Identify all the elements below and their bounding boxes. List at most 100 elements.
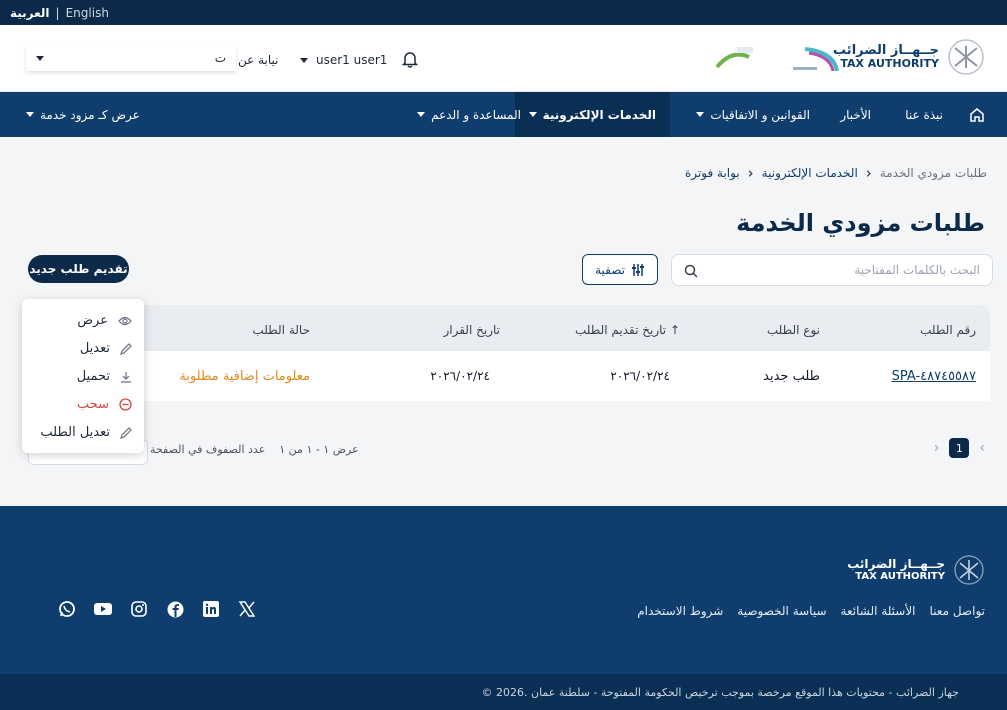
column-header-type[interactable]: نوع الطلب bbox=[767, 323, 820, 337]
instagram-icon[interactable] bbox=[128, 598, 150, 620]
footer-link-contact[interactable]: تواصل معنا bbox=[930, 604, 985, 618]
menu-item-withdraw-label: سحب bbox=[76, 397, 109, 412]
partner-logo-1-icon bbox=[793, 47, 839, 72]
menu-item-edit-request-label: تعديل الطلب bbox=[40, 425, 110, 440]
linkedin-icon[interactable] bbox=[200, 598, 222, 620]
partner-logo-2-icon bbox=[715, 47, 753, 69]
menu-item-edit[interactable]: تعديل bbox=[80, 341, 132, 356]
nav-eservices-label: الخدمات الإلكترونية bbox=[542, 107, 656, 122]
on-behalf-label: نيابة عن bbox=[238, 53, 279, 67]
chevron-down-icon bbox=[528, 112, 537, 117]
new-request-button[interactable]: تقديم طلب جديد bbox=[28, 255, 129, 283]
pencil-icon bbox=[120, 426, 132, 439]
footer-links: شروط الاستخدام سياسة الخصوصية الأسئلة ال… bbox=[637, 604, 985, 618]
breadcrumb: بوابة فوترة › الخدمات الإلكترونية › طلبا… bbox=[685, 164, 987, 182]
whatsapp-icon[interactable] bbox=[56, 598, 78, 620]
user-name: user1 user1 bbox=[316, 53, 388, 67]
copyright-bar: © 2026. جهاز الضرائب - محتويات هذا الموق… bbox=[0, 674, 1007, 710]
nav-view-as-label: عرض كـ مزود خدمة bbox=[40, 107, 140, 122]
nav-help[interactable]: المساعدة و الدعم bbox=[417, 92, 521, 137]
copyright-text: © 2026. جهاز الضرائب - محتويات هذا الموق… bbox=[481, 685, 959, 699]
rows-count-label: عرض ١ - ١ من ١ bbox=[279, 443, 359, 456]
minus-circle-icon bbox=[119, 398, 132, 411]
nav-laws[interactable]: القوانين و الاتفاقيات bbox=[696, 92, 810, 137]
menu-item-view[interactable]: عرض bbox=[77, 313, 132, 328]
chevron-left-icon[interactable]: ‹ bbox=[979, 440, 985, 456]
breadcrumb-separator: › bbox=[865, 164, 872, 182]
row-actions-menu: عرض تعديل تحميل سحب تعديل الطلب bbox=[22, 299, 144, 453]
request-number-link[interactable]: SPA-٤٨٧٤٥٥٨٧ bbox=[892, 369, 976, 384]
emblem-icon bbox=[954, 555, 984, 585]
footer-logo-english: TAX AUTHORITY bbox=[855, 571, 945, 583]
emblem-icon bbox=[948, 39, 984, 75]
download-icon bbox=[121, 371, 131, 383]
column-header-submitted[interactable]: تاريخ تقديم الطلب ↑ bbox=[575, 323, 680, 337]
bell-icon bbox=[401, 52, 419, 68]
column-header-decision[interactable]: تاريخ القرار bbox=[443, 323, 500, 337]
breadcrumb-separator: › bbox=[747, 164, 754, 182]
nav-eservices[interactable]: الخدمات الإلكترونية bbox=[514, 92, 670, 137]
nav-home[interactable] bbox=[969, 92, 985, 137]
filter-sliders-icon bbox=[631, 263, 644, 276]
user-menu-dropdown[interactable]: user1 user1 bbox=[300, 53, 387, 67]
nav-news[interactable]: الأخبار bbox=[840, 92, 871, 137]
menu-item-withdraw[interactable]: سحب bbox=[77, 397, 132, 412]
lang-arabic-link[interactable]: العربية bbox=[10, 6, 50, 20]
menu-item-view-label: عرض bbox=[77, 313, 108, 328]
menu-item-edit-request[interactable]: تعديل الطلب bbox=[40, 425, 132, 440]
pencil-icon bbox=[120, 342, 132, 355]
menu-item-download-label: تحميل bbox=[76, 369, 110, 384]
decision-date-cell: ٢٠٢٦/٠٢/٢٤ bbox=[430, 369, 490, 383]
footer-link-terms[interactable]: شروط الاستخدام bbox=[637, 604, 723, 618]
rows-per-page-label: عدد الصفوف في الصفحة bbox=[150, 443, 266, 456]
column-header-request-no[interactable]: رقم الطلب bbox=[920, 323, 976, 337]
request-type-cell: طلب جديد bbox=[763, 369, 820, 384]
chevron-down-icon bbox=[26, 112, 34, 117]
partner-logo-2 bbox=[707, 43, 757, 75]
x-twitter-icon[interactable] bbox=[236, 598, 258, 620]
nav-about[interactable]: نبذة عنا bbox=[905, 92, 943, 137]
chevron-down-icon bbox=[417, 112, 426, 117]
table-row: SPA-٤٨٧٤٥٥٨٧ طلب جديد ٢٠٢٦/٠٢/٢٤ ٢٠٢٦/٠٢… bbox=[22, 351, 990, 401]
footer-logo-arabic: جــهــاز الضرائب bbox=[847, 556, 945, 571]
menu-item-edit-label: تعديل bbox=[79, 341, 110, 356]
chevron-down-icon bbox=[300, 57, 308, 63]
facebook-icon[interactable] bbox=[164, 598, 186, 620]
menu-item-download[interactable]: تحميل bbox=[77, 369, 132, 384]
pagination: › 1 ‹ bbox=[934, 438, 985, 458]
social-links bbox=[56, 598, 258, 620]
rows-info: عدد الصفوف في الصفحة عرض ١ - ١ من ١ bbox=[150, 443, 359, 456]
page-number-button[interactable]: 1 bbox=[949, 438, 970, 458]
nav-laws-label: القوانين و الاتفاقيات bbox=[710, 107, 810, 122]
site-header: جــهــاز الضرائب TAX AUTHORITY user1 use bbox=[0, 25, 1007, 92]
chevron-right-icon[interactable]: › bbox=[934, 440, 940, 456]
breadcrumb-current: طلبات مزودي الخدمة bbox=[879, 166, 987, 180]
breadcrumb-portal[interactable]: بوابة فوترة bbox=[685, 166, 740, 180]
youtube-icon[interactable] bbox=[92, 598, 114, 620]
filter-label: تصفية bbox=[595, 262, 625, 277]
site-footer: جــهــاز الضرائب TAX AUTHORITY شروط الاس… bbox=[0, 506, 1007, 674]
eye-icon bbox=[118, 316, 132, 325]
breadcrumb-eservices[interactable]: الخدمات الإلكترونية bbox=[762, 166, 858, 180]
footer-link-privacy[interactable]: سياسة الخصوصية bbox=[737, 604, 826, 618]
footer-link-faq[interactable]: الأسئلة الشائعة bbox=[841, 604, 916, 618]
lang-separator: | bbox=[55, 5, 60, 20]
column-header-status[interactable]: حالة الطلب bbox=[252, 323, 310, 337]
chevron-down-icon bbox=[696, 112, 705, 117]
home-icon bbox=[970, 107, 984, 122]
on-behalf-select[interactable]: ت bbox=[26, 45, 236, 71]
language-strip: العربية | English bbox=[0, 0, 1007, 25]
submitted-date-cell: ٢٠٢٦/٠٢/٢٤ bbox=[610, 369, 670, 383]
table-header: رقم الطلب نوع الطلب تاريخ تقديم الطلب ↑ … bbox=[22, 305, 990, 351]
chevron-down-icon bbox=[36, 55, 44, 61]
search-box[interactable]: البحث بالكلمات المفتاحية bbox=[671, 254, 993, 286]
notifications-button[interactable] bbox=[401, 50, 419, 72]
page-title: طلبات مزودي الخدمة bbox=[736, 209, 985, 237]
lang-english-link[interactable]: English bbox=[66, 6, 109, 20]
nav-view-as[interactable]: عرض كـ مزود خدمة bbox=[26, 92, 140, 137]
search-icon bbox=[684, 264, 698, 278]
filter-button[interactable]: تصفية bbox=[582, 254, 658, 285]
nav-help-label: المساعدة و الدعم bbox=[431, 107, 521, 122]
main-navigation: نبذة عنا الأخبار القوانين و الاتفاقيات ا… bbox=[0, 92, 1007, 137]
search-placeholder: البحث بالكلمات المفتاحية bbox=[854, 263, 980, 277]
